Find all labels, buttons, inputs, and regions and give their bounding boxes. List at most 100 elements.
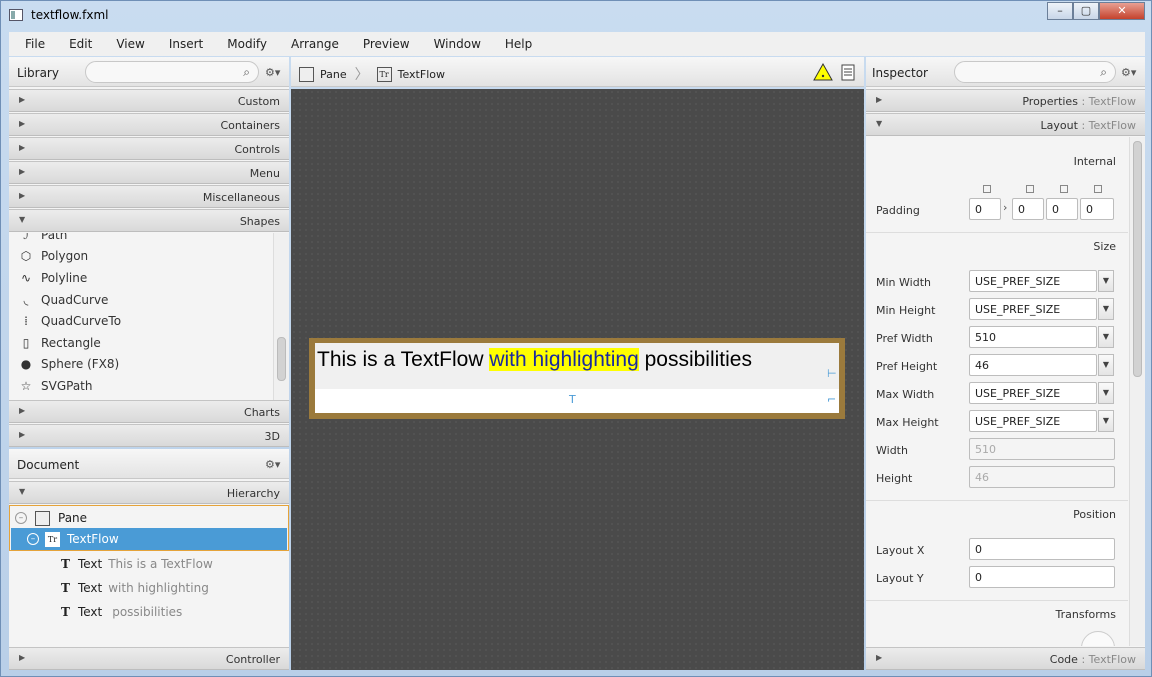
section-containers[interactable]: ▶ Containers <box>9 113 289 136</box>
section-3d[interactable]: ▶ 3D <box>9 424 289 447</box>
section-controller[interactable]: ▶ Controller <box>9 647 289 670</box>
dropdown-arrow-icon[interactable]: ▼ <box>1098 354 1114 376</box>
tree-row-textflow[interactable]: – Tr TextFlow <box>27 528 119 550</box>
library-search-input[interactable]: ⌕ <box>85 61 259 83</box>
text-segment-highlight[interactable]: with highlighting <box>489 348 639 371</box>
resize-handle-icon[interactable]: T <box>569 393 576 406</box>
collapse-circle-icon[interactable]: – <box>27 533 39 545</box>
library-panel: Library ⌕ ⚙▾ ▶ Custom ▶ Containers ▶ Contro… <box>9 57 289 447</box>
expand-arrow-icon: ▶ <box>876 95 883 104</box>
section-custom[interactable]: ▶ Custom <box>9 89 289 112</box>
pref-height-combo[interactable]: 46 <box>969 354 1097 376</box>
resize-handle-icon[interactable]: ⌐ <box>827 393 836 406</box>
design-canvas[interactable]: This is a TextFlow with highlighting pos… <box>291 89 864 670</box>
max-width-combo[interactable]: USE_PREF_SIZE <box>969 382 1097 404</box>
minimize-button[interactable]: – <box>1047 2 1073 20</box>
section-miscellaneous[interactable]: ▶ Miscellaneous <box>9 185 289 208</box>
link-chevron-icon[interactable]: › <box>1003 201 1007 214</box>
min-height-combo[interactable]: USE_PREF_SIZE <box>969 298 1097 320</box>
padding-top-field[interactable]: 0 <box>969 198 1001 220</box>
menu-edit[interactable]: Edit <box>53 37 100 51</box>
library-item-polygon[interactable]: ⬡ Polygon <box>17 245 88 266</box>
section-hierarchy[interactable]: ▼ Hierarchy <box>9 481 289 504</box>
collapse-arrow-icon: ▼ <box>876 119 883 128</box>
tree-row-text-2[interactable]: T Text with highlighting <box>61 577 209 599</box>
library-scrollbar[interactable] <box>273 233 289 400</box>
tree-row-pane[interactable]: – Pane <box>15 507 87 529</box>
text-segment-1[interactable]: This is a TextFlow <box>317 348 489 371</box>
maximize-button[interactable]: ▢ <box>1073 2 1099 20</box>
textflow-node[interactable]: This is a TextFlow with highlighting pos… <box>315 343 839 413</box>
breadcrumb: Pane 〉 Tr TextFlow <box>299 64 445 84</box>
dropdown-arrow-icon[interactable]: ▼ <box>1098 382 1114 404</box>
search-icon: ⌕ <box>243 65 250 79</box>
inspector-panel: Inspector ⌕ ⚙▾ ▶ Properties : TextFlow ▼ L… <box>866 57 1145 670</box>
dropdown-arrow-icon[interactable]: ▼ <box>1098 326 1114 348</box>
min-width-label: Min Width <box>876 276 931 289</box>
internal-label: Internal <box>1073 155 1116 168</box>
section-properties[interactable]: ▶ Properties : TextFlow <box>866 89 1145 112</box>
library-title: Library <box>17 66 59 80</box>
library-item-rectangle[interactable]: ▯ Rectangle <box>17 332 101 353</box>
menu-window[interactable]: Window <box>418 37 489 51</box>
inspector-scroll-thumb[interactable] <box>1133 141 1142 377</box>
library-item-path[interactable]: ℐ Path <box>17 233 67 245</box>
text-node-icon: T <box>61 581 70 595</box>
resize-handle-icon[interactable]: ⊢ <box>827 367 837 380</box>
inspector-scrollbar[interactable] <box>1129 137 1145 646</box>
text-segment-3[interactable]: possibilities <box>639 348 752 371</box>
layout-y-field[interactable]: 0 <box>969 566 1115 588</box>
close-button[interactable]: ✕ <box>1099 2 1145 20</box>
tree-row-text-1[interactable]: T Text This is a TextFlow <box>61 553 213 575</box>
menu-arrange[interactable]: Arrange <box>275 37 347 51</box>
document-icon[interactable] <box>841 64 855 81</box>
library-item-quadcurveto[interactable]: ⁞ QuadCurveTo <box>17 310 121 331</box>
collapse-circle-icon[interactable]: – <box>15 512 27 524</box>
menu-insert[interactable]: Insert <box>153 37 211 51</box>
section-shapes[interactable]: ▼ Shapes <box>9 209 289 232</box>
tree-row-text-3[interactable]: T Text possibilities <box>61 601 182 623</box>
section-layout[interactable]: ▼ Layout : TextFlow <box>866 113 1145 136</box>
library-scroll-thumb[interactable] <box>277 337 286 381</box>
menu-file[interactable]: File <box>9 37 53 51</box>
dropdown-arrow-icon[interactable]: ▼ <box>1098 298 1114 320</box>
section-code[interactable]: ▶ Code : TextFlow <box>866 647 1145 670</box>
menu-view[interactable]: View <box>100 37 152 51</box>
expand-arrow-icon: ▶ <box>19 167 26 176</box>
collapse-arrow-icon: ▼ <box>19 487 26 496</box>
padding-right-field[interactable]: 0 <box>1012 198 1044 220</box>
section-charts[interactable]: ▶ Charts <box>9 400 289 423</box>
section-controls[interactable]: ▶ Controls <box>9 137 289 160</box>
expand-arrow-icon: ▶ <box>876 653 883 662</box>
min-width-combo[interactable]: USE_PREF_SIZE <box>969 270 1097 292</box>
menu-preview[interactable]: Preview <box>347 37 418 51</box>
warning-icon[interactable] <box>813 63 833 81</box>
layout-x-field[interactable]: 0 <box>969 538 1115 560</box>
section-menu[interactable]: ▶ Menu <box>9 161 289 184</box>
breadcrumb-separator-icon: 〉 <box>354 67 369 83</box>
width-field: 510 <box>969 438 1115 460</box>
rotate-dial[interactable] <box>1081 631 1115 646</box>
max-height-combo[interactable]: USE_PREF_SIZE <box>969 410 1097 432</box>
padding-left-field[interactable]: 0 <box>1080 198 1114 220</box>
document-gear-icon[interactable]: ⚙▾ <box>265 458 280 471</box>
breadcrumb-textflow[interactable]: TextFlow <box>398 68 445 81</box>
pane-icon <box>299 66 314 82</box>
document-header: Document ⚙▾ <box>9 449 289 479</box>
library-item-svgpath[interactable]: ☆ SVGPath <box>17 375 93 396</box>
dropdown-arrow-icon[interactable]: ▼ <box>1098 270 1114 292</box>
path-icon: ℐ <box>23 233 29 242</box>
library-item-quadcurve[interactable]: ◟ QuadCurve <box>17 289 109 310</box>
pref-width-combo[interactable]: 510 <box>969 326 1097 348</box>
padding-bottom-field[interactable]: 0 <box>1046 198 1078 220</box>
library-gear-icon[interactable]: ⚙▾ <box>265 66 280 79</box>
library-item-polyline[interactable]: ∿ Polyline <box>17 267 87 288</box>
breadcrumb-pane[interactable]: Pane <box>320 68 347 81</box>
menu-modify[interactable]: Modify <box>211 37 275 51</box>
inspector-search-input[interactable]: ⌕ <box>954 61 1116 83</box>
library-item-sphere[interactable]: ● Sphere (FX8) <box>17 353 119 374</box>
dropdown-arrow-icon[interactable]: ▼ <box>1098 410 1114 432</box>
menu-help[interactable]: Help <box>489 37 540 51</box>
inspector-gear-icon[interactable]: ⚙▾ <box>1121 66 1136 79</box>
size-label: Size <box>1093 240 1116 253</box>
